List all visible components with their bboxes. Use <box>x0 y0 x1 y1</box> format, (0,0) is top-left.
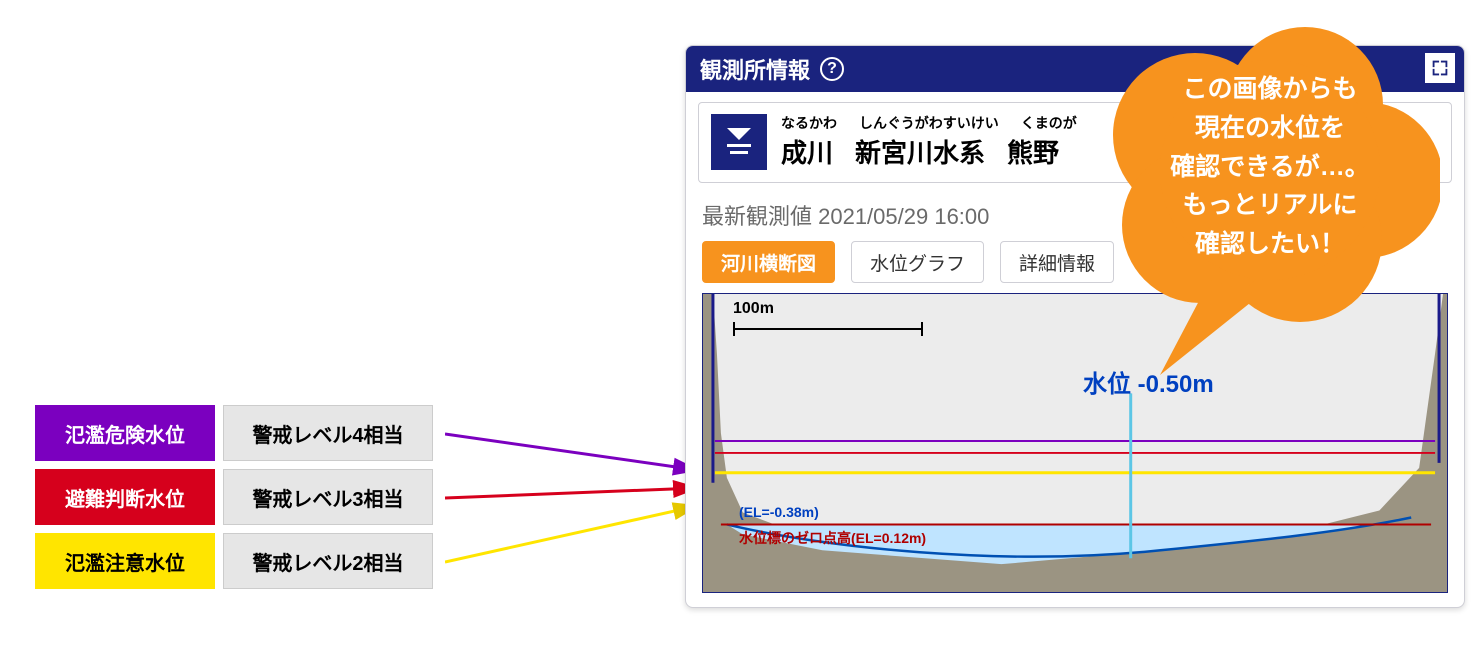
chart-scale-label: 100m <box>733 300 774 318</box>
legend-level-3: 警戒レベル3相当 <box>223 469 433 525</box>
water-surface-el-label: (EL=-0.38m) <box>739 504 819 520</box>
legend-row-danger: 氾濫危険水位 警戒レベル4相当 <box>35 405 433 461</box>
station-name-0: 成川 <box>781 133 833 170</box>
tab-cross-section[interactable]: 河川横断図 <box>702 241 835 283</box>
legend-name-evac: 避難判断水位 <box>35 469 215 525</box>
observation-timestamp: 最新観測値 2021/05/29 16:00 <box>702 199 1448 231</box>
station-names: なるかわ しんぐうがわすいけい くまのが 成川 新宮川水系 熊野 <box>781 113 1077 170</box>
tab-details[interactable]: 詳細情報 <box>1000 241 1114 283</box>
legend-name-danger: 氾濫危険水位 <box>35 405 215 461</box>
water-gauge-icon <box>711 114 767 170</box>
station-info-panel: 観測所情報 ? なるかわ しんぐうがわすいけい くまのが 成川 新宮川水系 熊野 <box>685 45 1465 608</box>
panel-title: 観測所情報 <box>700 53 810 85</box>
chart-scale-bar <box>733 322 923 336</box>
panel-header: 観測所情報 ? <box>686 46 1464 92</box>
expand-icon[interactable] <box>1422 50 1458 86</box>
station-ruby-1: しんぐうがわすいけい <box>859 113 999 133</box>
legend-row-evac: 避難判断水位 警戒レベル3相当 <box>35 469 433 525</box>
gauge-zero-label: 水位標のゼロ点高(EL=0.12m) <box>739 528 926 548</box>
cross-section-chart: 100m 水位 -0.50m (EL=-0.38m) 水位標のゼロ点高(EL=0… <box>702 293 1448 593</box>
station-ruby-0: なるかわ <box>781 113 837 133</box>
station-block: なるかわ しんぐうがわすいけい くまのが 成川 新宮川水系 熊野 <box>698 102 1452 183</box>
help-icon[interactable]: ? <box>820 57 844 81</box>
legend-level-4: 警戒レベル4相当 <box>223 405 433 461</box>
tab-bar: 河川横断図 水位グラフ 詳細情報 <box>702 241 1448 283</box>
arrow-danger <box>445 420 705 480</box>
station-name-2: 熊野 <box>1007 133 1059 170</box>
legend-name-caution: 氾濫注意水位 <box>35 533 215 589</box>
water-level-label: 水位 -0.50m <box>1083 364 1214 399</box>
station-name-1: 新宮川水系 <box>855 133 985 170</box>
tab-water-graph[interactable]: 水位グラフ <box>851 241 984 283</box>
arrow-caution <box>445 500 705 570</box>
legend-level-2: 警戒レベル2相当 <box>223 533 433 589</box>
station-ruby-2: くまのが <box>1021 113 1077 133</box>
water-level-legend: 氾濫危険水位 警戒レベル4相当 避難判断水位 警戒レベル3相当 氾濫注意水位 警… <box>35 405 433 589</box>
legend-row-caution: 氾濫注意水位 警戒レベル2相当 <box>35 533 433 589</box>
